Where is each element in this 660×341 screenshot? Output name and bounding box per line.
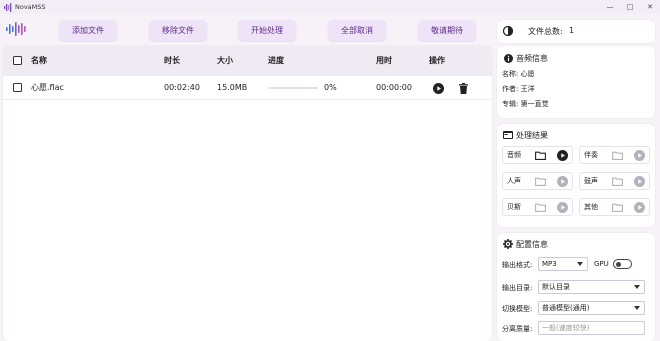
- audio-author: 作者: 王洋: [502, 85, 535, 93]
- chevron-down-icon: [634, 306, 640, 310]
- maximize-icon[interactable]: □: [620, 0, 640, 14]
- result-cell: 鼓声: [579, 172, 650, 190]
- folder-icon[interactable]: [612, 177, 623, 186]
- header-action: 操作: [429, 56, 445, 65]
- delete-icon[interactable]: [458, 83, 469, 94]
- play-icon[interactable]: [634, 176, 645, 187]
- toggle-knob: [616, 261, 621, 267]
- config-title: 配置信息: [516, 240, 548, 249]
- file-count-label: 文件总数:: [528, 27, 563, 36]
- select-all-checkbox[interactable]: [13, 56, 22, 65]
- result-label: 其他: [584, 203, 598, 211]
- output-format-value: MP3: [542, 260, 557, 268]
- play-icon[interactable]: [557, 176, 568, 187]
- gpu-toggle[interactable]: [613, 259, 632, 269]
- file-table: 名称 时长 大小 进度 用时 操作 心愿.flac 00:02:40 15.0M…: [3, 46, 492, 341]
- result-label: 贝斯: [507, 203, 521, 211]
- play-icon[interactable]: [634, 202, 645, 213]
- progress-bar: [268, 87, 318, 89]
- result-cell: 贝斯: [502, 198, 573, 216]
- result-label: 人声: [507, 177, 521, 185]
- title-bar: NovaMSS — □ ✕: [0, 0, 660, 14]
- pie-chart-icon: [503, 26, 513, 36]
- quality-value: 一般(速度较快): [542, 324, 590, 332]
- result-cell: 人声: [502, 172, 573, 190]
- row-checkbox[interactable]: [13, 83, 22, 92]
- file-count-value: 1: [569, 26, 575, 35]
- results-card: 处理结果 音频 伴奏人声 鼓声贝斯 其他: [497, 124, 655, 227]
- chevron-down-icon: [634, 285, 640, 289]
- config-card: 配置信息 输出格式: MP3 GPU 输出目录: 默认目录 切换模型: 普通模型…: [497, 233, 655, 341]
- progress-text: 0%: [324, 83, 337, 92]
- chevron-down-icon: [577, 262, 583, 266]
- play-icon[interactable]: [634, 150, 645, 161]
- header-duration[interactable]: 时长: [164, 46, 180, 76]
- coming-soon-button[interactable]: 敬请期待: [418, 20, 476, 41]
- header-size[interactable]: 大小: [217, 46, 233, 76]
- result-label: 伴奏: [584, 151, 598, 159]
- audio-info-title: 音频信息: [516, 54, 548, 63]
- folder-icon[interactable]: [535, 177, 546, 186]
- audio-album: 专辑: 第一直觉: [502, 100, 549, 108]
- folder-icon[interactable]: [612, 203, 623, 212]
- waveform-logo-icon: [6, 22, 28, 38]
- output-format-label: 输出格式:: [502, 261, 533, 269]
- play-icon[interactable]: [433, 83, 444, 94]
- header-name[interactable]: 名称: [31, 46, 47, 76]
- quality-label: 分离质量:: [502, 325, 533, 333]
- remove-file-button[interactable]: 移除文件: [149, 20, 207, 41]
- window-title: NovaMSS: [15, 3, 46, 11]
- audio-info-card: 音频信息 名称: 心愿 作者: 王洋 专辑: 第一直觉: [497, 46, 655, 118]
- output-dir-select[interactable]: 默认目录: [538, 280, 645, 294]
- output-format-select[interactable]: MP3: [538, 257, 588, 271]
- play-icon[interactable]: [557, 150, 568, 161]
- results-title: 处理结果: [516, 131, 548, 140]
- cancel-all-button[interactable]: 全部取消: [328, 20, 386, 41]
- gear-icon: [503, 239, 513, 249]
- model-label: 切换模型:: [502, 305, 533, 313]
- model-value: 普通模型(通用): [542, 304, 590, 312]
- gpu-label: GPU: [594, 260, 609, 268]
- file-count-card: 文件总数: 1: [497, 20, 655, 43]
- header-time[interactable]: 用时: [376, 46, 392, 76]
- audio-name: 名称: 心愿: [502, 70, 535, 78]
- result-label: 音频: [507, 151, 521, 159]
- add-file-button[interactable]: 添加文件: [59, 20, 117, 41]
- table-row[interactable]: 心愿.flac 00:02:40 15.0MB 0% 00:00:00: [3, 76, 492, 100]
- result-label: 鼓声: [584, 177, 598, 185]
- folder-icon[interactable]: [535, 203, 546, 212]
- file-duration: 00:02:40: [164, 83, 200, 92]
- quality-select[interactable]: 一般(速度较快): [538, 321, 645, 335]
- file-name: 心愿.flac: [31, 83, 64, 92]
- result-cell: 音频: [502, 146, 573, 164]
- results-icon: [503, 130, 513, 140]
- output-dir-value: 默认目录: [542, 283, 570, 291]
- result-cell: 伴奏: [579, 146, 650, 164]
- close-icon[interactable]: ✕: [640, 0, 660, 14]
- model-select[interactable]: 普通模型(通用): [538, 301, 645, 315]
- start-processing-button[interactable]: 开始处理: [238, 20, 296, 41]
- folder-icon[interactable]: [612, 151, 623, 160]
- app-icon: [3, 2, 13, 12]
- result-cell: 其他: [579, 198, 650, 216]
- file-time: 00:00:00: [376, 83, 412, 92]
- table-header: 名称 时长 大小 进度 用时 操作: [3, 46, 492, 76]
- play-icon[interactable]: [557, 202, 568, 213]
- output-dir-label: 输出目录:: [502, 284, 533, 292]
- header-progress[interactable]: 进度: [268, 46, 284, 76]
- file-size: 15.0MB: [217, 83, 248, 92]
- info-icon: [503, 53, 513, 63]
- minimize-icon[interactable]: —: [600, 0, 620, 14]
- folder-icon[interactable]: [535, 151, 546, 160]
